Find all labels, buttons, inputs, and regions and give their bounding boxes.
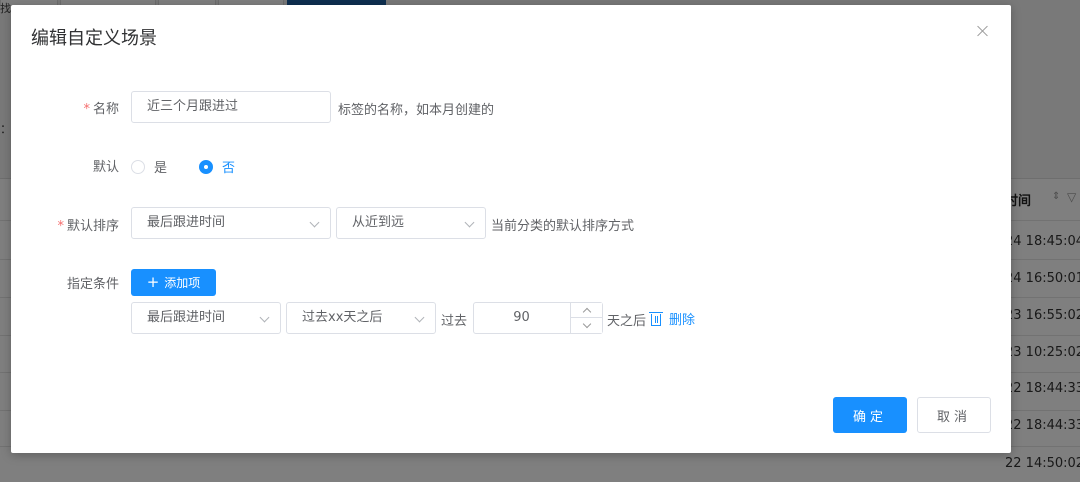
- plus-icon: +: [146, 273, 160, 291]
- sort-label-text: 默认排序: [66, 219, 119, 234]
- confirm-button[interactable]: 确定: [833, 397, 907, 433]
- chevron-down-icon: [414, 312, 425, 323]
- name-hint: 标签的名称，如本月创建的: [338, 103, 495, 118]
- chevron-down-icon: [309, 217, 320, 228]
- sort-field-select[interactable]: 最后跟进时间: [131, 207, 331, 239]
- delete-label: 删除: [669, 313, 696, 328]
- days-number-input[interactable]: 90: [473, 302, 603, 334]
- radio-circle-icon: [131, 159, 145, 174]
- days-value[interactable]: 90: [474, 303, 569, 333]
- sort-order-value: 从近到远: [352, 215, 405, 230]
- chevron-down-icon: [464, 217, 475, 228]
- delete-condition-button[interactable]: 删除: [649, 309, 696, 328]
- sort-label: * 默认排序: [11, 215, 119, 234]
- edit-scene-dialog: 编辑自定义场景 * 名称 近三个月跟进过 标签的名称，如本月创建的 默认 是 否 …: [11, 5, 1011, 453]
- required-mark: *: [57, 219, 64, 234]
- sort-order-select[interactable]: 从近到远: [336, 207, 486, 239]
- add-condition-button[interactable]: + 添加项: [131, 269, 216, 296]
- radio-checked-icon: [199, 159, 213, 174]
- condition-prefix: 过去: [441, 314, 468, 329]
- radio-yes[interactable]: 是: [131, 157, 167, 176]
- increment-icon[interactable]: [570, 303, 602, 318]
- close-icon[interactable]: [975, 23, 991, 39]
- chevron-down-icon: [259, 312, 270, 323]
- conditions-label: 指定条件: [66, 277, 119, 292]
- sort-hint: 当前分类的默认排序方式: [491, 219, 635, 234]
- condition-operator-value: 过去xx天之后: [302, 310, 383, 325]
- radio-yes-label: 是: [154, 161, 168, 176]
- trash-icon: [649, 311, 663, 326]
- dialog-title: 编辑自定义场景: [31, 28, 157, 49]
- condition-field-select[interactable]: 最后跟进时间: [131, 302, 281, 334]
- condition-suffix: 天之后: [607, 314, 647, 329]
- decrement-icon[interactable]: [570, 318, 602, 333]
- sort-field-value: 最后跟进时间: [147, 215, 226, 230]
- add-condition-label: 添加项: [164, 276, 201, 290]
- name-label-text: 名称: [92, 102, 119, 117]
- radio-no-label: 否: [222, 161, 236, 176]
- name-input[interactable]: 近三个月跟进过: [131, 91, 331, 123]
- condition-field-value: 最后跟进时间: [147, 310, 226, 325]
- condition-operator-select[interactable]: 过去xx天之后: [286, 302, 436, 334]
- radio-no[interactable]: 否: [199, 157, 235, 176]
- required-mark: *: [83, 102, 90, 117]
- name-label: * 名称: [11, 98, 119, 117]
- cancel-button[interactable]: 取消: [917, 397, 991, 433]
- default-label: 默认: [92, 160, 119, 175]
